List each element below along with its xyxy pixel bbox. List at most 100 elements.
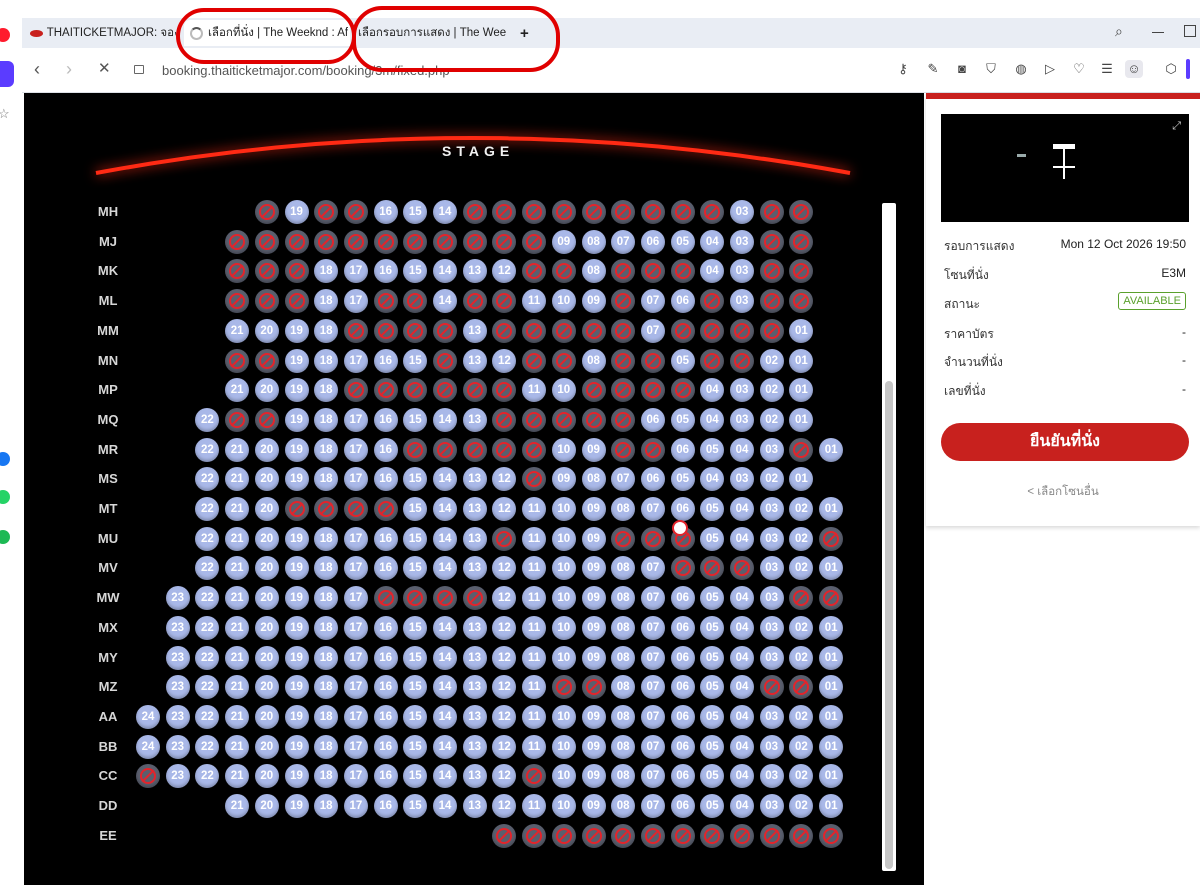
seat-available[interactable]: 04	[730, 437, 754, 462]
seat-available[interactable]: 24	[136, 704, 160, 729]
search-tabs-icon[interactable]: ⌕	[1115, 23, 1123, 40]
seat-available[interactable]: 04	[700, 407, 725, 432]
seat-available[interactable]: 06	[670, 586, 695, 611]
seat-available[interactable]: 05	[700, 586, 725, 611]
seat-available[interactable]: 15	[403, 556, 428, 581]
seat-available[interactable]: 06	[670, 734, 695, 759]
seat-available[interactable]: 18	[314, 556, 339, 581]
seat-available[interactable]: 02	[789, 615, 814, 640]
seat-available[interactable]: 06	[670, 289, 695, 314]
seat-available[interactable]: 14	[433, 200, 457, 224]
seat-available[interactable]: 16	[373, 704, 398, 729]
seat-available[interactable]: 05	[700, 497, 725, 521]
seat-available[interactable]: 19	[284, 437, 309, 462]
seat-available[interactable]: 03	[759, 526, 784, 551]
seat-available[interactable]: 07	[640, 734, 665, 759]
messenger-icon[interactable]	[0, 452, 10, 466]
seat-available[interactable]: 06	[670, 615, 695, 640]
seat-available[interactable]: 19	[284, 526, 309, 551]
seat-available[interactable]: 22	[195, 526, 220, 551]
seat-available[interactable]: 16	[373, 645, 398, 670]
seat-available[interactable]: 07	[640, 586, 665, 611]
seat-available[interactable]: 16	[373, 794, 398, 818]
seat-available[interactable]: 20	[254, 497, 279, 521]
seat-available[interactable]: 09	[581, 734, 606, 759]
seat-available[interactable]: 18	[314, 378, 339, 403]
seat-available[interactable]: 07	[640, 675, 665, 700]
seat-available[interactable]: 15	[403, 200, 428, 224]
seat-available[interactable]: 01	[819, 704, 844, 729]
seat-available[interactable]: 15	[403, 526, 428, 551]
whatsapp-icon[interactable]	[0, 490, 10, 504]
seat-available[interactable]: 12	[492, 497, 517, 521]
seat-available[interactable]: 20	[254, 467, 279, 492]
seat-available[interactable]: 15	[403, 645, 428, 670]
seat-available[interactable]: 05	[700, 615, 725, 640]
seat-available[interactable]: 16	[373, 348, 398, 373]
seat-available[interactable]: 13	[462, 645, 487, 670]
seat-available[interactable]: 08	[581, 229, 606, 254]
seat-available[interactable]: 17	[343, 704, 368, 729]
seat-available[interactable]: 05	[700, 675, 725, 700]
seat-available[interactable]: 09	[581, 289, 606, 314]
seat-available[interactable]: 17	[343, 675, 368, 700]
expand-icon[interactable]: ⤢	[1172, 120, 1181, 133]
tab-thaiticketmajor[interactable]: THAITICKETMAJOR: จองตั๋ว	[30, 20, 180, 46]
seat-available[interactable]: 21	[225, 318, 250, 343]
seat-available[interactable]: 13	[462, 615, 487, 640]
seat-available[interactable]: 18	[314, 437, 339, 462]
sidebar-toggle-icon[interactable]	[1186, 59, 1190, 79]
seat-available[interactable]: 07	[640, 645, 665, 670]
seat-available[interactable]: 13	[462, 526, 487, 551]
seat-available[interactable]: 03	[759, 645, 784, 670]
seat-available[interactable]: 21	[225, 467, 250, 492]
seat-available[interactable]: 14	[433, 407, 457, 432]
minimize-icon[interactable]	[1152, 32, 1164, 33]
select-other-zone-link[interactable]: < เลือกโซนอื่น	[926, 483, 1200, 501]
seat-available[interactable]: 20	[254, 675, 279, 700]
seat-available[interactable]: 09	[581, 704, 606, 729]
seat-available[interactable]: 18	[314, 526, 339, 551]
seat-available[interactable]: 11	[522, 615, 547, 640]
seat-available[interactable]: 17	[343, 734, 368, 759]
seat-available[interactable]: 17	[343, 586, 368, 611]
seat-available[interactable]: 16	[373, 407, 398, 432]
seat-available[interactable]: 21	[225, 675, 250, 700]
seat-available[interactable]: 08	[611, 556, 636, 581]
seat-available[interactable]: 11	[522, 794, 547, 818]
seat-available[interactable]: 21	[225, 437, 250, 462]
seat-available[interactable]: 14	[433, 526, 457, 551]
seat-available[interactable]: 21	[225, 526, 250, 551]
seat-available[interactable]: 18	[314, 794, 339, 818]
seat-available[interactable]: 01	[819, 556, 844, 581]
seat-available[interactable]: 11	[522, 526, 547, 551]
profile-icon[interactable]: ☺	[1125, 60, 1143, 78]
seat-available[interactable]: 09	[581, 437, 606, 462]
seat-available[interactable]: 01	[819, 794, 844, 818]
seat-available[interactable]: 09	[581, 615, 606, 640]
seat-available[interactable]: 20	[254, 556, 279, 581]
seat-available[interactable]: 02	[789, 764, 814, 789]
seat-available[interactable]: 19	[284, 734, 309, 759]
seat-available[interactable]: 02	[789, 794, 814, 818]
seat-available[interactable]: 13	[462, 556, 487, 581]
vpn-icon[interactable]: ◍	[1012, 60, 1030, 78]
menu-icon[interactable]: ☰	[1098, 60, 1116, 78]
seat-available[interactable]: 01	[789, 318, 814, 343]
seat-available[interactable]: 17	[343, 289, 368, 314]
seat-available[interactable]: 11	[522, 556, 547, 581]
seat-available[interactable]: 17	[343, 764, 368, 789]
seat-available[interactable]: 05	[670, 407, 695, 432]
seat-available[interactable]: 20	[254, 526, 279, 551]
seat-available[interactable]: 02	[789, 526, 814, 551]
seat-available[interactable]: 21	[225, 615, 250, 640]
seat-available[interactable]: 01	[819, 734, 844, 759]
seat-available[interactable]: 09	[581, 497, 606, 521]
seat-available[interactable]: 08	[611, 675, 636, 700]
seat-available[interactable]: 19	[284, 348, 309, 373]
seat-available[interactable]: 02	[759, 348, 784, 373]
seat-available[interactable]: 07	[640, 318, 665, 343]
seat-available[interactable]: 12	[492, 675, 517, 700]
seat-available[interactable]: 16	[373, 615, 398, 640]
seat-available[interactable]: 23	[165, 704, 190, 729]
